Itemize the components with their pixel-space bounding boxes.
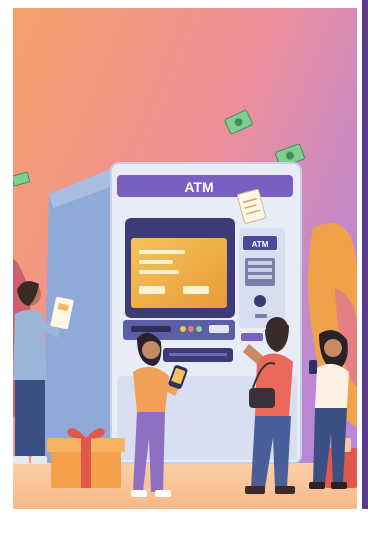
card-slot-label: ATM bbox=[252, 240, 269, 249]
dial bbox=[254, 295, 266, 307]
edge-strip bbox=[362, 0, 368, 533]
atm-scene: ATM ATM bbox=[13, 8, 357, 509]
frame-left bbox=[0, 0, 8, 533]
atm-sign-text: ATM bbox=[184, 179, 213, 195]
atm-illustration: ATM ATM bbox=[13, 8, 357, 509]
frame-bottom bbox=[0, 509, 368, 533]
frame-top bbox=[0, 0, 368, 8]
illustration-frame: ATM ATM bbox=[0, 0, 368, 533]
